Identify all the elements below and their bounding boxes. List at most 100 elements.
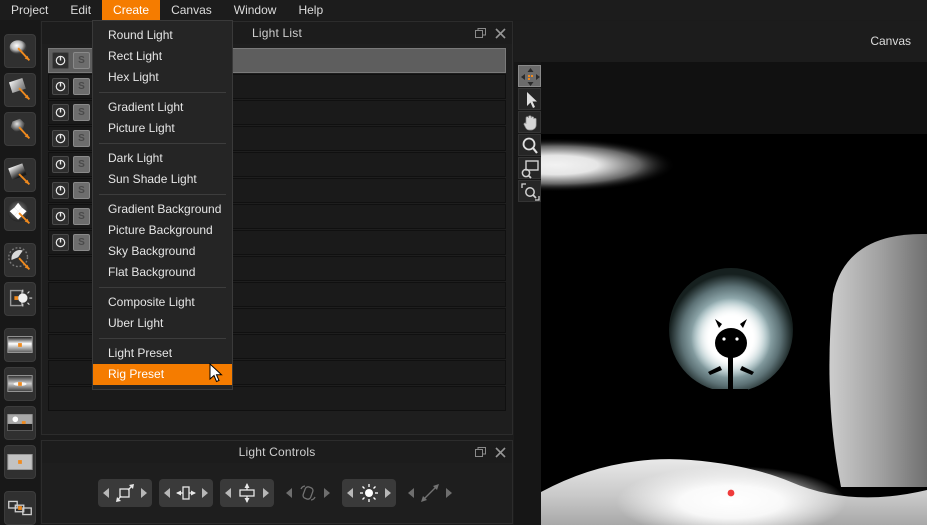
toolbar-gradient-background-icon[interactable] <box>4 328 36 362</box>
distance-icon[interactable] <box>418 482 442 504</box>
toolbar-picture-background-icon[interactable] <box>4 367 36 401</box>
height-icon[interactable] <box>235 482 259 504</box>
light-controls-title: Light Controls <box>238 445 316 459</box>
menu-item-dark-light[interactable]: Dark Light <box>93 148 232 169</box>
menu-separator <box>99 287 226 288</box>
toolbar-dark-light-icon[interactable] <box>4 243 36 277</box>
select-arrow-tool-icon[interactable] <box>518 88 541 110</box>
light-shadow-toggle[interactable]: S <box>73 130 90 147</box>
zoom-region-tool-icon[interactable] <box>518 157 541 179</box>
menu-item-hex-light[interactable]: Hex Light <box>93 67 232 88</box>
menu-project[interactable]: Project <box>0 0 59 20</box>
toolbar-rect-light-icon[interactable] <box>4 73 36 107</box>
height-increase-arrow-icon[interactable] <box>261 484 270 502</box>
width-increase-arrow-icon[interactable] <box>200 484 209 502</box>
toolbar-picture-light-icon[interactable] <box>4 197 36 231</box>
light-shadow-toggle[interactable]: S <box>73 52 90 69</box>
light-power-toggle[interactable] <box>52 156 69 173</box>
toolbar-sun-shade-light-icon[interactable] <box>4 282 36 316</box>
light-power-toggle[interactable] <box>52 104 69 121</box>
menu-separator <box>99 338 226 339</box>
toolbar-flat-background-icon[interactable] <box>4 445 36 479</box>
canvas-title: Canvas <box>870 34 911 48</box>
menu-help[interactable]: Help <box>287 0 334 20</box>
light-list-float-icon[interactable] <box>475 27 486 39</box>
menu-item-gradient-light[interactable]: Gradient Light <box>93 97 232 118</box>
brightness-control[interactable] <box>341 479 396 507</box>
menu-item-gradient-background[interactable]: Gradient Background <box>93 199 232 220</box>
light-shadow-toggle[interactable]: S <box>73 156 90 173</box>
light-shadow-toggle[interactable]: S <box>73 182 90 199</box>
distance-decrease-arrow-icon[interactable] <box>407 484 416 502</box>
menu-separator <box>99 143 226 144</box>
brightness-increase-arrow-icon[interactable] <box>383 484 392 502</box>
menu-item-sky-background[interactable]: Sky Background <box>93 241 232 262</box>
zoom-fit-tool-icon[interactable] <box>518 180 541 202</box>
menu-edit[interactable]: Edit <box>59 0 102 20</box>
scale-control[interactable] <box>97 479 152 507</box>
light-list-close-icon[interactable] <box>495 27 506 39</box>
menu-item-light-preset[interactable]: Light Preset <box>93 343 232 364</box>
brightness-icon[interactable] <box>357 482 381 504</box>
light-list-title: Light List <box>251 26 303 40</box>
light-type-toolbar <box>0 20 40 525</box>
light-controls-widgets <box>42 463 512 523</box>
move-tool-icon[interactable] <box>518 65 541 87</box>
toolbar-sky-background-icon[interactable] <box>4 406 36 440</box>
width-decrease-arrow-icon[interactable] <box>163 484 172 502</box>
toolbar-gradient-light-icon[interactable] <box>4 158 36 192</box>
toolbar-composite-light-icon[interactable] <box>4 491 36 525</box>
rotate-decrease-arrow-icon[interactable] <box>285 484 294 502</box>
light-power-toggle[interactable] <box>52 130 69 147</box>
rotate-control[interactable] <box>281 479 335 507</box>
rotate-increase-arrow-icon[interactable] <box>322 484 331 502</box>
zoom-tool-icon[interactable] <box>518 134 541 156</box>
menu-item-rig-preset[interactable]: Rig Preset <box>93 364 232 385</box>
distance-increase-arrow-icon[interactable] <box>444 484 453 502</box>
scale-icon[interactable] <box>113 482 137 504</box>
distance-control[interactable] <box>403 479 457 507</box>
menu-item-rect-light[interactable]: Rect Light <box>93 46 232 67</box>
pan-hand-tool-icon[interactable] <box>518 111 541 133</box>
menu-item-sun-shade-light[interactable]: Sun Shade Light <box>93 169 232 190</box>
width-control[interactable] <box>158 479 213 507</box>
width-icon[interactable] <box>174 482 198 504</box>
canvas-tool-strip <box>516 62 543 525</box>
height-control[interactable] <box>219 479 274 507</box>
menu-separator <box>99 194 226 195</box>
height-decrease-arrow-icon[interactable] <box>224 484 233 502</box>
menu-separator <box>99 92 226 93</box>
menu-item-picture-light[interactable]: Picture Light <box>93 118 232 139</box>
menu-item-round-light[interactable]: Round Light <box>93 25 232 46</box>
canvas-panel: Canvas <box>514 21 927 525</box>
toolbar-hex-light-icon[interactable] <box>4 112 36 146</box>
light-power-toggle[interactable] <box>52 208 69 225</box>
menu-create[interactable]: Create <box>102 0 161 20</box>
light-power-toggle[interactable] <box>52 52 69 69</box>
light-shadow-toggle[interactable]: S <box>73 234 90 251</box>
brightness-decrease-arrow-icon[interactable] <box>346 484 355 502</box>
render-viewport[interactable] <box>541 62 927 525</box>
rotate-icon[interactable] <box>296 482 320 504</box>
light-shadow-toggle[interactable]: S <box>73 104 90 121</box>
light-controls-header: Light Controls <box>42 441 512 463</box>
light-power-toggle[interactable] <box>52 234 69 251</box>
light-power-toggle[interactable] <box>52 78 69 95</box>
menu-canvas[interactable]: Canvas <box>160 0 223 20</box>
menu-item-picture-background[interactable]: Picture Background <box>93 220 232 241</box>
light-power-toggle[interactable] <box>52 182 69 199</box>
scale-increase-arrow-icon[interactable] <box>139 484 148 502</box>
light-shadow-toggle[interactable]: S <box>73 78 90 95</box>
light-shadow-toggle[interactable]: S <box>73 208 90 225</box>
menu-bar: Project Edit Create Canvas Window Help <box>0 0 927 20</box>
canvas-header: Canvas <box>514 21 927 62</box>
menu-window[interactable]: Window <box>223 0 288 20</box>
menu-item-flat-background[interactable]: Flat Background <box>93 262 232 283</box>
menu-item-uber-light[interactable]: Uber Light <box>93 313 232 334</box>
light-controls-float-icon[interactable] <box>475 446 486 458</box>
light-controls-close-icon[interactable] <box>495 446 506 458</box>
menu-item-composite-light[interactable]: Composite Light <box>93 292 232 313</box>
scale-decrease-arrow-icon[interactable] <box>102 484 111 502</box>
toolbar-round-light-icon[interactable] <box>4 34 36 68</box>
light-position-marker <box>727 489 735 497</box>
